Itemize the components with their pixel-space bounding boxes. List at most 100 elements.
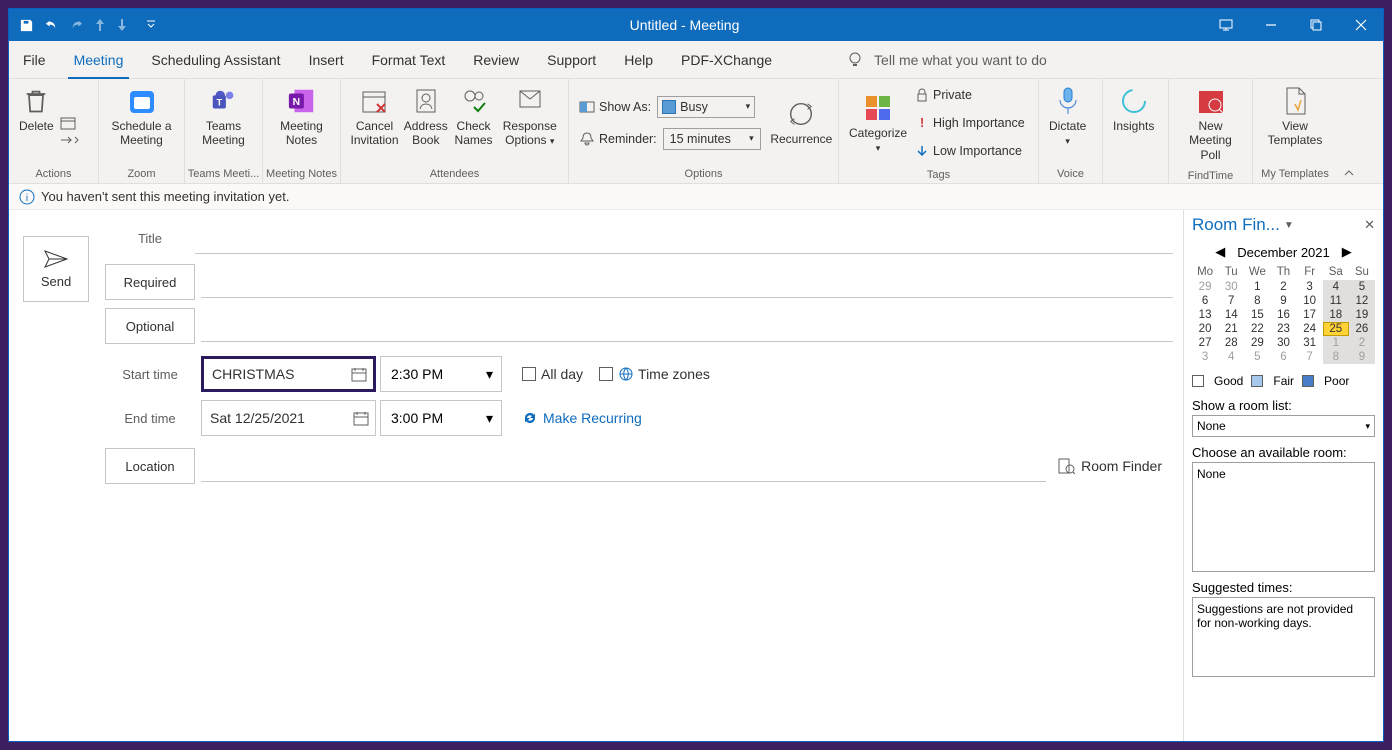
- recurrence-button[interactable]: Recurrence: [771, 96, 832, 148]
- calendar-day[interactable]: 16: [1270, 308, 1296, 322]
- calendar-day[interactable]: 14: [1218, 308, 1244, 322]
- start-time-input[interactable]: 2:30 PM ▾: [380, 356, 502, 392]
- save-icon[interactable]: [19, 18, 34, 33]
- calendar-day[interactable]: 3: [1297, 280, 1323, 294]
- teams-meeting-button[interactable]: T Teams Meeting: [191, 83, 256, 150]
- calendar-day[interactable]: 23: [1270, 322, 1296, 336]
- calendar-day[interactable]: 24: [1297, 322, 1323, 336]
- close-button[interactable]: [1338, 9, 1383, 41]
- calendar-day[interactable]: 15: [1244, 308, 1270, 322]
- calendar-day[interactable]: 7: [1218, 294, 1244, 308]
- calendar-day[interactable]: 30: [1218, 280, 1244, 294]
- optional-button[interactable]: Optional: [105, 308, 195, 344]
- calendar-day[interactable]: 9: [1349, 350, 1375, 364]
- all-day-checkbox[interactable]: All day: [522, 366, 583, 382]
- tell-me[interactable]: Tell me what you want to do: [846, 51, 1047, 69]
- high-importance-toggle[interactable]: !High Importance: [915, 111, 1025, 135]
- tab-format-text[interactable]: Format Text: [358, 41, 460, 79]
- calendar-day[interactable]: 6: [1270, 350, 1296, 364]
- calendar-day[interactable]: 26: [1349, 322, 1375, 336]
- tab-pdf-xchange[interactable]: PDF-XChange: [667, 41, 786, 79]
- calendar-day[interactable]: 18: [1323, 308, 1349, 322]
- close-panel-button[interactable]: ✕: [1364, 217, 1375, 233]
- calendar-day[interactable]: 19: [1349, 308, 1375, 322]
- calendar-day[interactable]: 30: [1270, 336, 1296, 350]
- timezones-checkbox[interactable]: Time zones: [599, 366, 710, 382]
- location-input[interactable]: [201, 450, 1046, 482]
- calendar-day[interactable]: 8: [1323, 350, 1349, 364]
- calendar-day[interactable]: 4: [1218, 350, 1244, 364]
- categorize-button[interactable]: Categorize▾: [845, 90, 911, 157]
- address-book-button[interactable]: Address Book: [402, 83, 450, 150]
- calendar-day[interactable]: 4: [1323, 280, 1349, 294]
- zoom-schedule-button[interactable]: Schedule a Meeting: [105, 83, 178, 150]
- location-button[interactable]: Location: [105, 448, 195, 484]
- tab-support[interactable]: Support: [533, 41, 610, 79]
- response-options-button[interactable]: Response Options ▾: [498, 83, 562, 150]
- tab-insert[interactable]: Insert: [295, 41, 358, 79]
- calendar-day[interactable]: 12: [1349, 294, 1375, 308]
- send-button[interactable]: Send: [23, 236, 89, 302]
- start-date-input[interactable]: CHRISTMAS: [201, 356, 376, 392]
- down-arrow-icon[interactable]: [116, 18, 128, 32]
- calendar-day[interactable]: 21: [1218, 322, 1244, 336]
- minimize-button[interactable]: [1248, 9, 1293, 41]
- private-toggle[interactable]: Private: [915, 83, 1025, 107]
- undo-icon[interactable]: [44, 18, 59, 33]
- calendar-day[interactable]: 31: [1297, 336, 1323, 350]
- calendar-day[interactable]: 10: [1297, 294, 1323, 308]
- calendar-picker-icon[interactable]: [351, 366, 367, 382]
- collapse-ribbon-button[interactable]: [1337, 163, 1361, 183]
- end-date-input[interactable]: Sat 12/25/2021: [201, 400, 376, 436]
- calendar-day[interactable]: 22: [1244, 322, 1270, 336]
- prev-month-button[interactable]: ◀: [1215, 244, 1225, 260]
- make-recurring-link[interactable]: Make Recurring: [522, 410, 642, 426]
- calendar-day[interactable]: 25: [1323, 322, 1349, 336]
- calendar-day[interactable]: 5: [1244, 350, 1270, 364]
- present-icon[interactable]: [1203, 9, 1248, 41]
- title-input[interactable]: [195, 222, 1173, 254]
- calendar-day[interactable]: 13: [1192, 308, 1218, 322]
- tab-meeting[interactable]: Meeting: [60, 41, 138, 79]
- reminder-select[interactable]: 15 minutes ▾: [663, 128, 761, 150]
- calendar-day[interactable]: 29: [1192, 280, 1218, 294]
- calendar-day[interactable]: 9: [1270, 294, 1296, 308]
- calendar-day[interactable]: 17: [1297, 308, 1323, 322]
- calendar-day[interactable]: 1: [1323, 336, 1349, 350]
- calendar-day[interactable]: 6: [1192, 294, 1218, 308]
- view-templates-button[interactable]: View Templates: [1259, 83, 1331, 150]
- calendar-day[interactable]: 1: [1244, 280, 1270, 294]
- calendar-day[interactable]: 28: [1218, 336, 1244, 350]
- show-as-select[interactable]: Busy ▾: [657, 96, 755, 118]
- calendar-small-icon[interactable]: [60, 115, 82, 131]
- required-input[interactable]: [201, 266, 1173, 298]
- tab-file[interactable]: File: [9, 41, 60, 79]
- cancel-invitation-button[interactable]: Cancel Invitation: [347, 83, 402, 150]
- maximize-button[interactable]: [1293, 9, 1338, 41]
- calendar-day[interactable]: 29: [1244, 336, 1270, 350]
- calendar-day[interactable]: 27: [1192, 336, 1218, 350]
- calendar-day[interactable]: 11: [1323, 294, 1349, 308]
- redo-icon[interactable]: [69, 18, 84, 33]
- tab-review[interactable]: Review: [459, 41, 533, 79]
- calendar-day[interactable]: 7: [1297, 350, 1323, 364]
- next-month-button[interactable]: ▶: [1342, 244, 1352, 260]
- meeting-notes-button[interactable]: N Meeting Notes: [269, 83, 334, 150]
- delete-button[interactable]: Delete: [15, 83, 58, 135]
- room-finder-button[interactable]: Room Finder: [1046, 448, 1173, 484]
- insights-button[interactable]: Insights: [1109, 83, 1158, 135]
- required-button[interactable]: Required: [105, 264, 195, 300]
- optional-input[interactable]: [201, 310, 1173, 342]
- calendar-day[interactable]: 2: [1270, 280, 1296, 294]
- end-time-input[interactable]: 3:00 PM ▾: [380, 400, 502, 436]
- calendar-picker-icon[interactable]: [353, 410, 369, 426]
- chevron-down-icon[interactable]: ▼: [1284, 220, 1294, 231]
- available-rooms-list[interactable]: None: [1192, 462, 1375, 572]
- check-names-button[interactable]: Check Names: [450, 83, 498, 150]
- calendar-day[interactable]: 3: [1192, 350, 1218, 364]
- qat-customize-icon[interactable]: [146, 20, 156, 30]
- tab-help[interactable]: Help: [610, 41, 667, 79]
- calendar-day[interactable]: 5: [1349, 280, 1375, 294]
- dictate-button[interactable]: Dictate▾: [1045, 83, 1090, 150]
- calendar-day[interactable]: 8: [1244, 294, 1270, 308]
